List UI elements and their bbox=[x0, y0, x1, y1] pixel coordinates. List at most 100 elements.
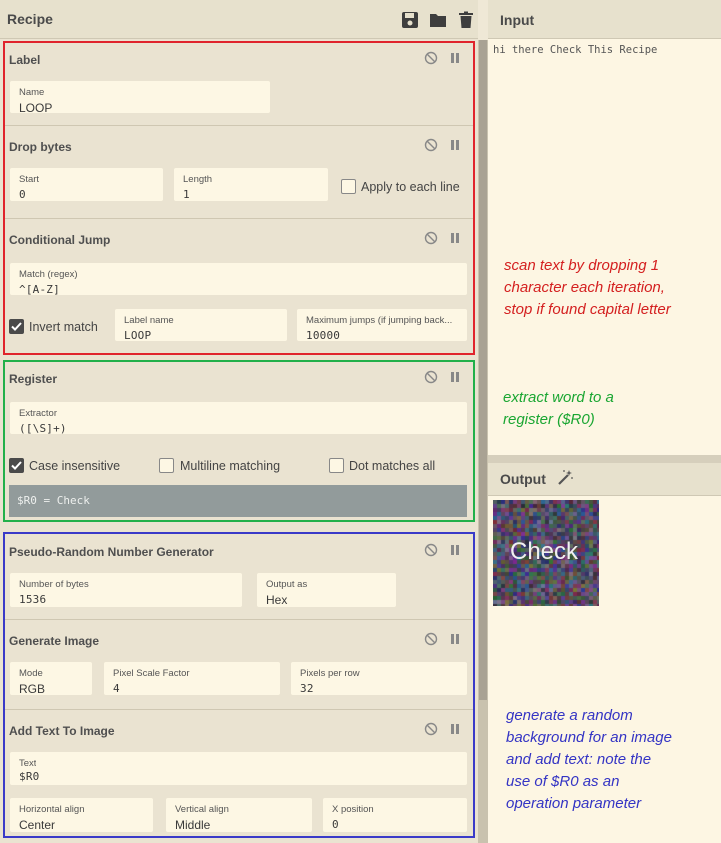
start-label: Start bbox=[19, 174, 40, 185]
op-drop-bytes: Drop bytes Start 0 Length 1 Apply to eac… bbox=[3, 127, 475, 219]
disable-icon[interactable] bbox=[424, 231, 438, 245]
start-field[interactable]: Start 0 bbox=[10, 168, 163, 201]
extractor-label: Extractor bbox=[19, 408, 58, 419]
match-regex-field[interactable]: Match (regex) ^[A-Z] bbox=[10, 263, 467, 296]
pause-icon[interactable] bbox=[448, 543, 462, 557]
op-title: Generate Image bbox=[9, 634, 100, 648]
label-name-field[interactable]: Label name LOOP bbox=[115, 309, 287, 342]
op-conditional-jump: Conditional Jump Match (regex) ^[A-Z] In… bbox=[3, 220, 475, 358]
disable-icon[interactable] bbox=[424, 51, 438, 65]
annotation-line: use of $R0 as an bbox=[506, 773, 620, 790]
pause-icon[interactable] bbox=[448, 51, 462, 65]
disable-icon[interactable] bbox=[424, 138, 438, 152]
invert-match-label: Invert match bbox=[29, 320, 98, 334]
disable-icon[interactable] bbox=[424, 632, 438, 646]
magic-wand-icon[interactable] bbox=[556, 469, 574, 487]
mode-value: RGB bbox=[19, 682, 46, 696]
pause-icon[interactable] bbox=[448, 722, 462, 736]
op-add-text: Add Text To Image Text $R0 Horizontal al… bbox=[3, 711, 475, 843]
scale-label: Pixel Scale Factor bbox=[113, 668, 190, 679]
input-title: Input bbox=[500, 12, 535, 28]
per-row-label: Pixels per row bbox=[300, 668, 360, 679]
recipe-panel: Recipe Label Name LOOP Drop bytes Start … bbox=[0, 0, 478, 843]
pause-icon[interactable] bbox=[448, 632, 462, 646]
pixels-per-row-field[interactable]: Pixels per row 32 bbox=[291, 662, 467, 695]
max-jumps-field[interactable]: Maximum jumps (if jumping back... 10000 bbox=[297, 309, 467, 342]
annotation-line: operation parameter bbox=[506, 795, 642, 812]
red-annotation: scan text by dropping 1 character each i… bbox=[504, 255, 671, 321]
disable-icon[interactable] bbox=[424, 543, 438, 557]
x-pos-label: X position bbox=[332, 804, 374, 815]
horizontal-align-select[interactable]: Horizontal align Center bbox=[10, 798, 153, 832]
folder-icon[interactable] bbox=[429, 11, 447, 29]
annotation-line: scan text by dropping 1 bbox=[504, 257, 660, 274]
invert-match-checkbox[interactable] bbox=[9, 319, 24, 334]
name-field[interactable]: Name LOOP bbox=[10, 81, 270, 115]
multiline-label: Multiline matching bbox=[180, 459, 281, 473]
input-textarea[interactable]: hi there Check This Recipe bbox=[493, 44, 657, 56]
op-prng: Pseudo-Random Number Generator Number of… bbox=[3, 532, 475, 620]
output-title: Output bbox=[500, 471, 546, 487]
pixel-scale-field[interactable]: Pixel Scale Factor 4 bbox=[104, 662, 280, 695]
match-value: ^[A-Z] bbox=[19, 283, 60, 296]
recipe-scrollbar-thumb[interactable] bbox=[479, 40, 487, 700]
save-icon[interactable] bbox=[401, 11, 419, 29]
v-align-value: Middle bbox=[175, 818, 211, 832]
v-align-label: Vertical align bbox=[175, 804, 229, 815]
extractor-value: ([\S]+) bbox=[19, 422, 67, 435]
scale-value: 4 bbox=[113, 682, 120, 695]
pause-icon[interactable] bbox=[448, 138, 462, 152]
op-title: Drop bytes bbox=[9, 140, 72, 154]
case-insensitive-label: Case insensitive bbox=[29, 459, 121, 473]
annotation-line: stop if found capital letter bbox=[504, 301, 671, 318]
op-title: Label bbox=[9, 53, 41, 67]
output-as-select[interactable]: Output as Hex bbox=[257, 573, 396, 607]
max-jumps-label: Maximum jumps (if jumping back... bbox=[306, 315, 453, 326]
panel-divider[interactable] bbox=[488, 455, 721, 463]
annotation-line: and add text: note the bbox=[506, 751, 652, 768]
disable-icon[interactable] bbox=[424, 722, 438, 736]
annotation-line: generate a random bbox=[506, 707, 633, 724]
h-align-value: Center bbox=[19, 818, 56, 832]
text-label: Text bbox=[19, 758, 37, 769]
x-position-field[interactable]: X position 0 bbox=[323, 798, 467, 832]
blue-annotation: generate a random background for an imag… bbox=[506, 705, 672, 815]
pause-icon[interactable] bbox=[448, 370, 462, 384]
number-of-bytes-field[interactable]: Number of bytes 1536 bbox=[10, 573, 242, 607]
extractor-field[interactable]: Extractor ([\S]+) bbox=[10, 402, 467, 435]
pause-icon[interactable] bbox=[448, 231, 462, 245]
bytes-label: Number of bytes bbox=[19, 579, 89, 590]
op-title: Add Text To Image bbox=[9, 724, 115, 738]
op-title: Pseudo-Random Number Generator bbox=[9, 545, 214, 559]
op-title: Register bbox=[9, 372, 58, 386]
register-output: $R0 = Check bbox=[9, 485, 467, 517]
check-icon bbox=[11, 461, 22, 470]
dot-all-checkbox[interactable] bbox=[329, 458, 344, 473]
trash-icon[interactable] bbox=[457, 11, 475, 29]
name-value: LOOP bbox=[19, 101, 53, 115]
output-header: Output bbox=[488, 463, 721, 496]
text-field[interactable]: Text $R0 bbox=[10, 752, 467, 785]
name-label: Name bbox=[19, 87, 45, 98]
annotation-line: background for an image bbox=[506, 729, 672, 746]
apply-each-line-label: Apply to each line bbox=[361, 180, 460, 194]
green-annotation: extract word to a register ($R0) bbox=[503, 387, 614, 431]
per-row-value: 32 bbox=[300, 682, 314, 695]
register-output-text: $R0 = Check bbox=[17, 494, 90, 507]
op-title: Conditional Jump bbox=[9, 233, 111, 247]
disable-icon[interactable] bbox=[424, 370, 438, 384]
apply-each-line-checkbox[interactable] bbox=[341, 179, 356, 194]
label-name-label: Label name bbox=[124, 315, 174, 326]
output-image-text: Check bbox=[510, 538, 579, 565]
multiline-checkbox[interactable] bbox=[159, 458, 174, 473]
recipe-header: Recipe bbox=[0, 0, 478, 39]
op-register: Register Extractor ([\S]+) Case insensit… bbox=[3, 359, 475, 521]
case-insensitive-checkbox[interactable] bbox=[9, 458, 24, 473]
op-generate-image: Generate Image Mode RGB Pixel Scale Fact… bbox=[3, 621, 475, 710]
annotation-line: extract word to a bbox=[503, 389, 614, 406]
input-header: Input bbox=[488, 0, 721, 39]
vertical-align-select[interactable]: Vertical align Middle bbox=[166, 798, 312, 832]
recipe-title: Recipe bbox=[7, 11, 53, 27]
mode-select[interactable]: Mode RGB bbox=[10, 662, 92, 696]
length-field[interactable]: Length 1 bbox=[174, 168, 328, 201]
